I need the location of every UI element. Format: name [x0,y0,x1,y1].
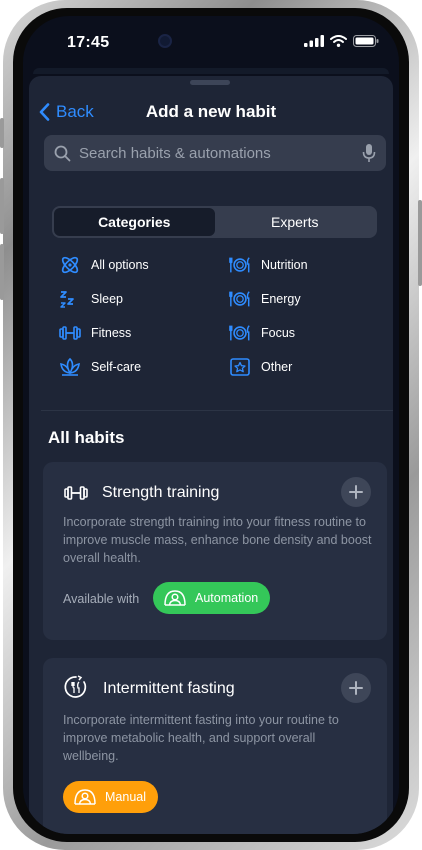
sleep-icon [59,288,81,310]
category-other[interactable]: Other [229,356,292,378]
manual-badge[interactable]: Manual [63,781,158,813]
status-time: 17:45 [67,34,110,51]
add-habit-button[interactable] [341,673,371,703]
plate-icon [229,288,251,310]
plate-icon [229,254,251,276]
category-focus[interactable]: Focus [229,322,295,344]
badge-label: Automation [195,591,259,605]
category-self-care[interactable]: Self-care [59,356,141,378]
habit-card-intermittent-fasting[interactable]: Intermittent fasting Incorporate intermi… [43,658,387,834]
habit-description: Incorporate intermittent fasting into yo… [63,713,339,763]
category-label: All options [91,258,149,272]
badge-label: Manual [105,790,146,804]
microphone-icon[interactable] [362,143,376,163]
plus-icon [349,681,363,695]
all-habits-title: All habits [48,428,125,447]
search-placeholder: Search habits & automations [79,144,271,162]
search-field[interactable]: Search habits & automations [44,135,386,171]
add-habit-button[interactable] [341,477,371,507]
category-label: Fitness [91,326,132,340]
habit-description: Incorporate strength training into your … [63,515,372,565]
wifi-icon [330,35,347,47]
category-nutrition[interactable]: Nutrition [229,254,308,276]
add-habit-sheet: Back Add a new habit Search habits & aut… [29,76,393,834]
status-bar: 17:45 [23,16,399,68]
silent-switch [0,118,4,148]
category-label: Energy [261,292,301,306]
segment-experts[interactable]: Experts [215,208,376,236]
fasting-clock-icon [63,674,89,700]
volume-down-button [0,244,4,300]
plus-icon [349,485,363,499]
screen: 17:45 Back Add a new habit Search habits… [23,16,399,834]
section-divider [41,410,393,411]
category-label: Other [261,360,293,374]
habit-title: Intermittent fasting [103,680,235,697]
front-camera [158,34,172,48]
battery-icon [353,35,379,47]
person-broadcast-icon [74,789,96,805]
navigation-bar: Back Add a new habit [29,96,393,126]
volume-up-button [0,178,4,234]
bezel: 17:45 Back Add a new habit Search habits… [13,8,409,842]
category-energy[interactable]: Energy [229,288,301,310]
category-label: Nutrition [261,258,308,272]
plate-icon [229,322,251,344]
dumbbell-icon [59,322,81,344]
power-button [418,200,422,286]
star-box-icon [229,356,251,378]
status-icons [304,35,379,47]
atom-icon [59,254,81,276]
search-icon [54,145,71,161]
category-fitness[interactable]: Fitness [59,322,131,344]
habit-title: Strength training [102,484,220,501]
category-label: Focus [261,326,296,340]
category-label: Self-care [91,360,142,374]
person-broadcast-icon [164,590,186,606]
category-sleep[interactable]: Sleep [59,288,123,310]
available-with-label: Available with [63,592,140,606]
automation-badge[interactable]: Automation [153,582,271,614]
phone-frame: 17:45 Back Add a new habit Search habits… [0,0,422,850]
lotus-icon [59,356,81,378]
cellular-signal-icon [304,35,324,47]
dumbbell-icon [63,480,89,506]
sheet-background-layer [33,68,389,74]
sheet-grabber[interactable] [190,80,230,85]
view-segmented-control: Categories Experts [52,206,377,238]
segment-categories[interactable]: Categories [54,208,215,236]
category-all-options[interactable]: All options [59,254,149,276]
category-label: Sleep [91,292,123,306]
habit-card-strength-training[interactable]: Strength training Incorporate strength t… [43,462,387,640]
page-title: Add a new habit [145,102,277,121]
